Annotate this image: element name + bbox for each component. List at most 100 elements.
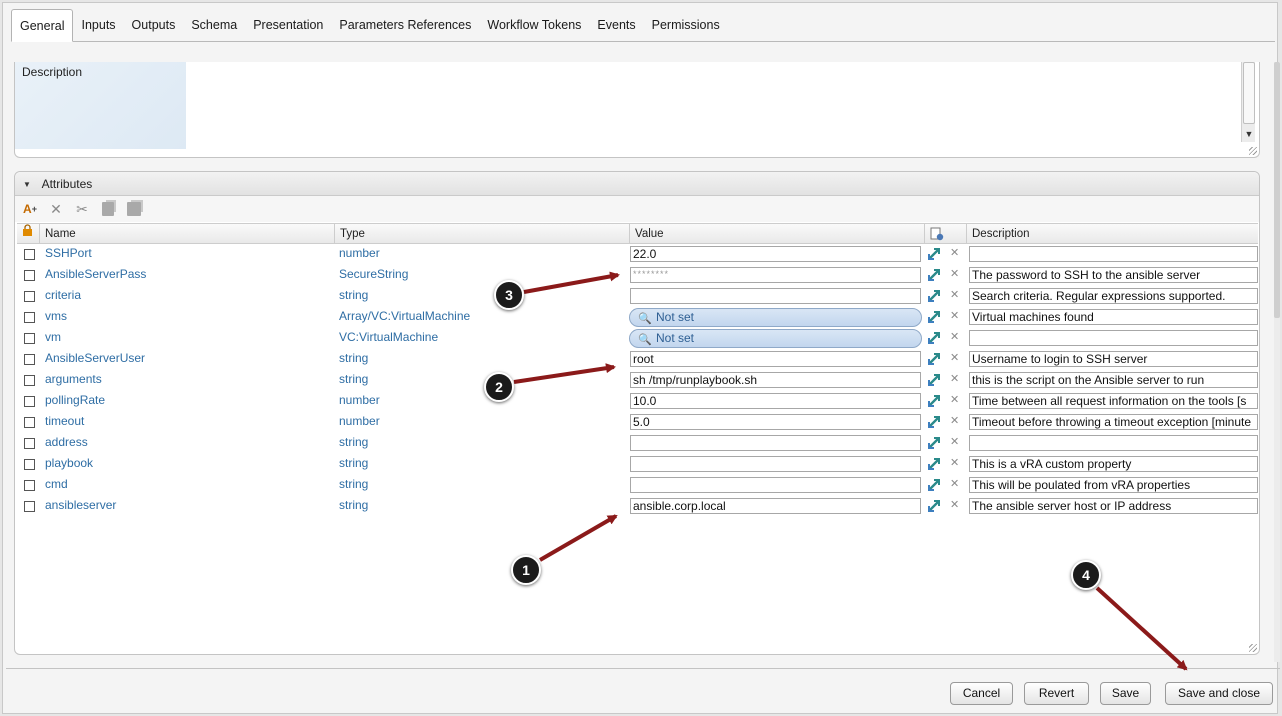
attribute-type[interactable]: string (339, 454, 368, 475)
attribute-name[interactable]: pollingRate (45, 391, 105, 412)
clear-value-icon[interactable]: ✕ (950, 330, 959, 343)
value-input[interactable]: 22.0 (630, 246, 921, 262)
tab-inputs[interactable]: Inputs (73, 9, 123, 41)
save-and-close-button[interactable]: Save and close (1165, 682, 1273, 705)
tab-workflow-tokens[interactable]: Workflow Tokens (479, 9, 589, 41)
row-checkbox[interactable] (24, 417, 35, 428)
attribute-type[interactable]: number (339, 391, 380, 412)
bind-icon[interactable] (928, 311, 940, 323)
table-row[interactable]: AnsibleServerPass SecureString ******** ✕ Th… (17, 265, 1258, 286)
column-value[interactable]: Value (629, 224, 924, 244)
bind-icon[interactable] (928, 248, 940, 260)
value-input[interactable]: root (630, 351, 921, 367)
value-input[interactable] (630, 456, 921, 472)
value-input[interactable]: 10.0 (630, 393, 921, 409)
tab-outputs[interactable]: Outputs (124, 9, 184, 41)
column-type[interactable]: Type (334, 224, 629, 244)
row-checkbox[interactable] (24, 396, 35, 407)
description-input[interactable] (969, 246, 1258, 262)
scroll-thumb[interactable] (1274, 62, 1280, 318)
clear-value-icon[interactable]: ✕ (950, 351, 959, 364)
paste-icon[interactable] (125, 200, 143, 218)
value-picker[interactable]: 🔍 Not set (629, 329, 922, 348)
bind-icon[interactable] (928, 479, 940, 491)
table-row[interactable]: SSHPort number 22.0 ✕ (17, 244, 1258, 265)
description-input[interactable]: This is a vRA custom property (969, 456, 1258, 472)
bind-icon[interactable] (928, 290, 940, 302)
binding-column-icon[interactable] (924, 224, 966, 244)
table-row[interactable]: criteria string ✕ Search criteria. Regular … (17, 286, 1258, 307)
attribute-name[interactable]: ansibleserver (45, 496, 116, 517)
bind-icon[interactable] (928, 332, 940, 344)
attribute-type[interactable]: SecureString (339, 265, 408, 286)
attribute-name[interactable]: AnsibleServerUser (45, 349, 145, 370)
row-checkbox[interactable] (24, 354, 35, 365)
scroll-down-arrow-icon[interactable]: ▼ (1242, 126, 1256, 142)
clear-value-icon[interactable]: ✕ (950, 435, 959, 448)
bind-icon[interactable] (928, 353, 940, 365)
row-checkbox[interactable] (24, 333, 35, 344)
description-input[interactable]: Time between all request information on … (969, 393, 1258, 409)
collapse-triangle-icon[interactable]: ▼ (23, 173, 31, 197)
revert-button[interactable]: Revert (1024, 682, 1089, 705)
attribute-name[interactable]: timeout (45, 412, 84, 433)
row-checkbox[interactable] (24, 480, 35, 491)
clear-value-icon[interactable]: ✕ (950, 309, 959, 322)
attribute-type[interactable]: number (339, 412, 380, 433)
resize-grip-icon[interactable] (1249, 147, 1257, 155)
save-button[interactable]: Save (1100, 682, 1151, 705)
attribute-type[interactable]: string (339, 370, 368, 391)
attribute-type[interactable]: string (339, 286, 368, 307)
table-row[interactable]: arguments string sh /tmp/runplaybook.sh ✕ th… (17, 370, 1258, 391)
row-checkbox[interactable] (24, 270, 35, 281)
clear-value-icon[interactable]: ✕ (950, 414, 959, 427)
clear-value-icon[interactable]: ✕ (950, 267, 959, 280)
value-input[interactable] (630, 288, 921, 304)
cancel-button[interactable]: Cancel (950, 682, 1013, 705)
table-row[interactable]: ansibleserver string ansible.corp.local ✕ Th… (17, 496, 1258, 517)
value-input[interactable] (630, 477, 921, 493)
tab-parameters-references[interactable]: Parameters References (331, 9, 479, 41)
table-row[interactable]: vm VC:VirtualMachine 🔍 Not set ✕ (17, 328, 1258, 349)
attribute-name[interactable]: vms (45, 307, 67, 328)
table-row[interactable]: cmd string ✕ This will be poulated from vRA… (17, 475, 1258, 496)
row-checkbox[interactable] (24, 249, 35, 260)
delete-icon[interactable]: ✕ (47, 200, 65, 218)
description-input[interactable]: Timeout before throwing a timeout except… (969, 414, 1258, 430)
bind-icon[interactable] (928, 437, 940, 449)
cut-icon[interactable]: ✂ (73, 200, 91, 218)
description-input[interactable]: The ansible server host or IP address (969, 498, 1258, 514)
column-description[interactable]: Description (966, 224, 1258, 244)
row-checkbox[interactable] (24, 375, 35, 386)
clear-value-icon[interactable]: ✕ (950, 456, 959, 469)
attribute-type[interactable]: Array/VC:VirtualMachine (339, 307, 470, 328)
row-checkbox[interactable] (24, 312, 35, 323)
table-row[interactable]: timeout number 5.0 ✕ Timeout before throwing… (17, 412, 1258, 433)
description-scrollbar[interactable]: ▼ (1241, 62, 1255, 142)
clear-value-icon[interactable]: ✕ (950, 477, 959, 490)
tab-schema[interactable]: Schema (183, 9, 245, 41)
tab-events[interactable]: Events (589, 9, 643, 41)
column-name[interactable]: Name (39, 224, 334, 244)
description-input[interactable]: This will be poulated from vRA propertie… (969, 477, 1258, 493)
value-input[interactable]: ansible.corp.local (630, 498, 921, 514)
attribute-name[interactable]: criteria (45, 286, 81, 307)
clear-value-icon[interactable]: ✕ (950, 288, 959, 301)
table-row[interactable]: pollingRate number 10.0 ✕ Time between all r… (17, 391, 1258, 412)
description-input[interactable]: Search criteria. Regular expressions sup… (969, 288, 1258, 304)
resize-grip-icon[interactable] (1249, 644, 1257, 652)
copy-icon[interactable] (99, 200, 117, 218)
value-input[interactable]: ******** (630, 267, 921, 283)
lock-icon[interactable] (17, 224, 39, 244)
value-picker[interactable]: 🔍 Not set (629, 308, 922, 327)
row-checkbox[interactable] (24, 501, 35, 512)
bind-icon[interactable] (928, 416, 940, 428)
value-input[interactable]: 5.0 (630, 414, 921, 430)
scroll-thumb[interactable] (1243, 62, 1255, 124)
value-input[interactable]: sh /tmp/runplaybook.sh (630, 372, 921, 388)
tab-general[interactable]: General (11, 9, 74, 42)
row-checkbox[interactable] (24, 438, 35, 449)
attribute-name[interactable]: AnsibleServerPass (45, 265, 146, 286)
row-checkbox[interactable] (24, 459, 35, 470)
table-row[interactable]: AnsibleServerUser string root ✕ Username to … (17, 349, 1258, 370)
